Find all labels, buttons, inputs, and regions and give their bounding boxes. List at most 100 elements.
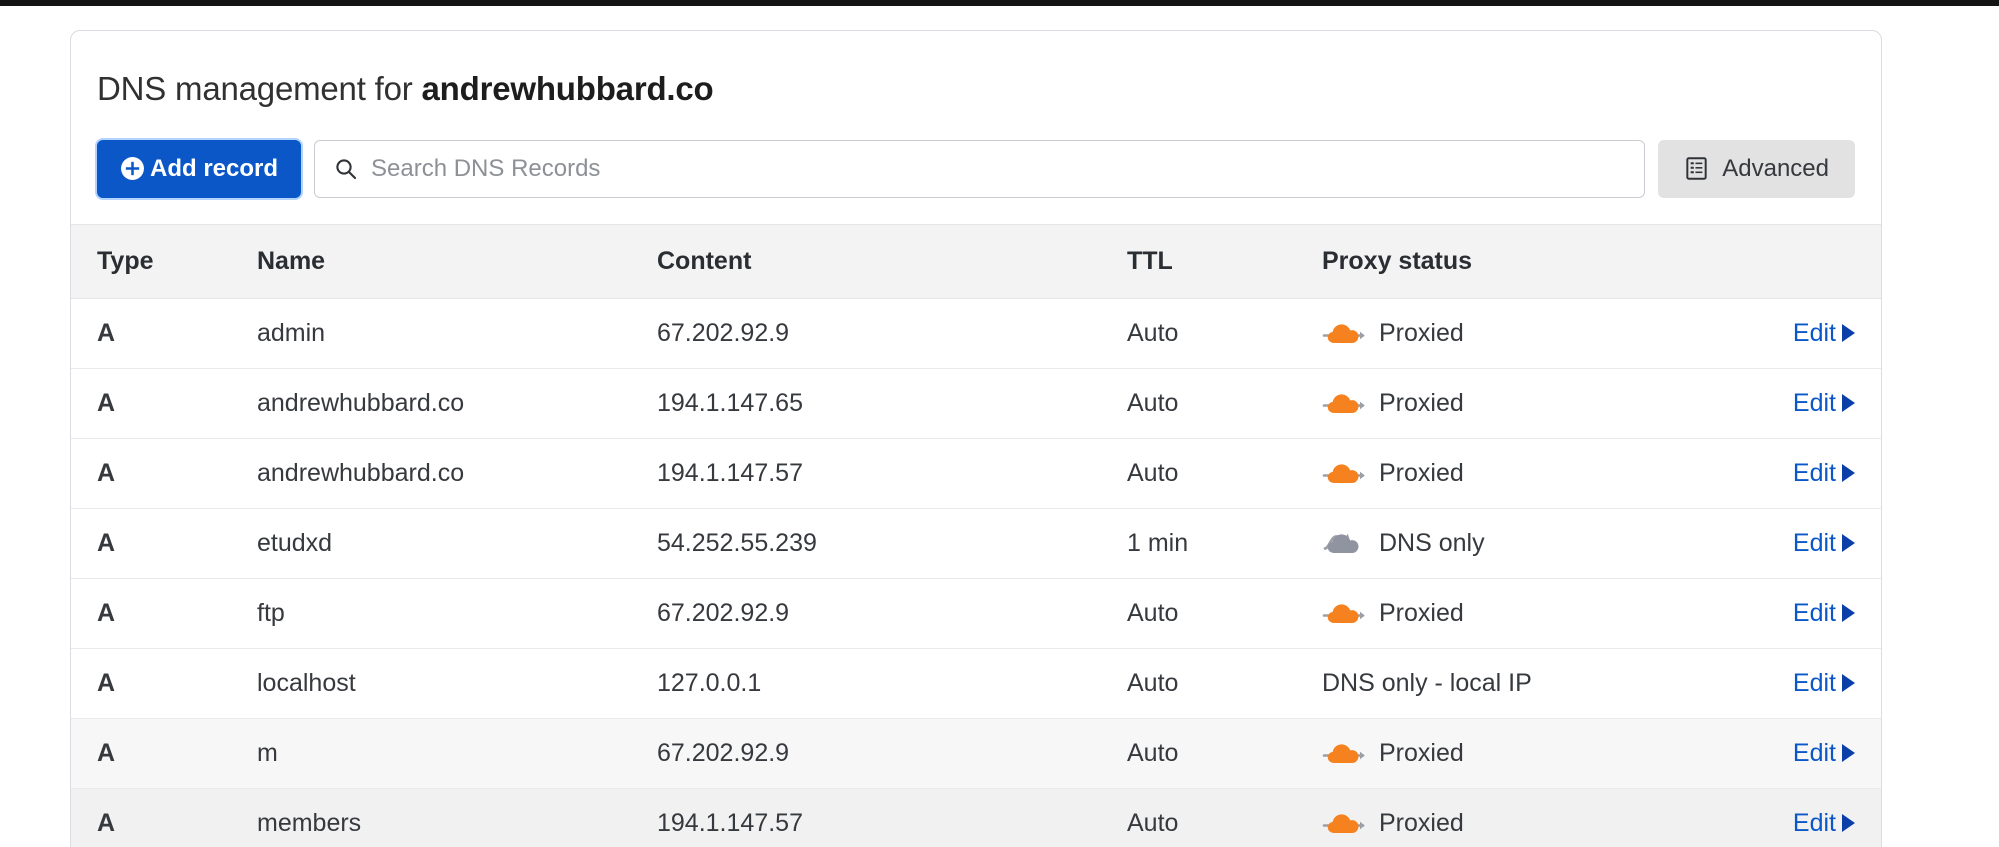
advanced-button[interactable]: Advanced (1658, 139, 1855, 198)
cell-proxy-status: Proxied (1322, 298, 1742, 369)
cell-content: 54.252.55.239 (657, 508, 1127, 579)
cell-type: A (71, 648, 257, 719)
cell-actions: Edit (1742, 718, 1881, 789)
edit-record-link[interactable]: Edit (1793, 459, 1855, 488)
column-header-ttl[interactable]: TTL (1127, 223, 1322, 299)
toolbar: Add record Search DNS Records Advanced (71, 109, 1881, 198)
chevron-right-icon (1842, 814, 1855, 833)
cell-ttl: Auto (1127, 718, 1322, 789)
cell-name: etudxd (257, 508, 657, 579)
plus-circle-icon (120, 156, 145, 181)
column-header-name[interactable]: Name (257, 223, 657, 299)
cell-proxy-status: Proxied (1322, 368, 1742, 439)
edit-record-link[interactable]: Edit (1793, 389, 1855, 418)
edit-record-link[interactable]: Edit (1793, 529, 1855, 558)
column-header-proxy-status[interactable]: Proxy status (1322, 223, 1742, 299)
cell-actions: Edit (1742, 578, 1881, 649)
cell-type: A (71, 508, 257, 579)
table-row[interactable]: Aftp 67.202.92.9 Auto Proxied Edit (71, 578, 1881, 649)
proxy-status-label: DNS only - local IP (1322, 668, 1532, 697)
table-row[interactable]: Aadmin 67.202.92.9 Auto Proxied Edit (71, 298, 1881, 369)
cell-content: 194.1.147.57 (657, 438, 1127, 509)
edit-label: Edit (1792, 528, 1836, 557)
cell-type: A (71, 788, 257, 847)
proxy-status-group: Proxied (1322, 389, 1742, 418)
search-field-wrapper (314, 139, 1646, 198)
chevron-right-icon (1842, 674, 1855, 693)
proxy-status-label: DNS only (1379, 528, 1485, 557)
table-header-row: Type Name Content TTL Proxy status (71, 223, 1881, 299)
proxy-status-group: DNS only (1322, 529, 1742, 558)
edit-label: Edit (1792, 458, 1836, 487)
cell-name: members (257, 788, 657, 847)
cell-ttl: Auto (1127, 298, 1322, 369)
document-list-icon (1684, 156, 1709, 181)
proxy-status-label: Proxied (1379, 388, 1464, 417)
chevron-right-icon (1842, 604, 1855, 623)
edit-label: Edit (1792, 318, 1836, 347)
edit-record-link[interactable]: Edit (1793, 739, 1855, 768)
column-header-actions (1742, 223, 1881, 299)
table-row[interactable]: Aetudxd 54.252.55.239 1 min DNS only Edit (71, 508, 1881, 579)
cloud-proxied-icon[interactable] (1322, 320, 1366, 346)
cell-name: andrewhubbard.co (257, 368, 657, 439)
cloud-proxied-icon[interactable] (1322, 460, 1366, 486)
edit-record-link[interactable]: Edit (1793, 319, 1855, 348)
advanced-label: Advanced (1722, 154, 1829, 182)
cloud-proxied-icon[interactable] (1322, 740, 1366, 766)
column-header-content[interactable]: Content (657, 223, 1127, 299)
proxy-status-group: Proxied (1322, 459, 1742, 488)
cell-proxy-status: DNS only - local IP (1322, 648, 1742, 719)
cell-ttl: Auto (1127, 788, 1322, 847)
proxy-status-label: Proxied (1379, 808, 1464, 837)
dns-management-card: DNS management for andrewhubbard.co Add … (70, 30, 1882, 847)
cell-ttl: Auto (1127, 648, 1322, 719)
cell-actions: Edit (1742, 368, 1881, 439)
cell-content: 194.1.147.57 (657, 788, 1127, 847)
cloud-proxied-icon[interactable] (1322, 600, 1366, 626)
cell-actions: Edit (1742, 508, 1881, 579)
proxy-status-group: Proxied (1322, 319, 1742, 348)
edit-record-link[interactable]: Edit (1793, 669, 1855, 698)
cell-content: 67.202.92.9 (657, 578, 1127, 649)
cell-content: 194.1.147.65 (657, 368, 1127, 439)
table-row[interactable]: Amembers 194.1.147.57 Auto Proxied Edit (71, 788, 1881, 847)
table-row[interactable]: Aandrewhubbard.co 194.1.147.65 Auto Proxied… (71, 368, 1881, 439)
cell-type: A (71, 298, 257, 369)
add-record-label: Add record (150, 154, 279, 182)
dns-records-table: Type Name Content TTL Proxy status Aadmi… (71, 223, 1881, 847)
edit-label: Edit (1792, 598, 1836, 627)
add-record-button[interactable]: Add record (97, 139, 302, 198)
cloud-dns-only-icon[interactable] (1322, 530, 1366, 556)
cloud-proxied-icon[interactable] (1322, 810, 1366, 836)
cell-actions: Edit (1742, 438, 1881, 509)
proxy-status-label: Proxied (1379, 738, 1464, 767)
edit-record-link[interactable]: Edit (1793, 599, 1855, 628)
table-head: Type Name Content TTL Proxy status (71, 223, 1881, 299)
proxy-status-label: Proxied (1379, 458, 1464, 487)
cell-type: A (71, 578, 257, 649)
proxy-status-group: Proxied (1322, 809, 1742, 838)
table-row[interactable]: Alocalhost 127.0.0.1 Auto DNS only - local … (71, 648, 1881, 719)
screen: DNS management for andrewhubbard.co Add … (0, 0, 1999, 847)
cell-name: ftp (257, 578, 657, 649)
cell-name: localhost (257, 648, 657, 719)
table-row[interactable]: Aandrewhubbard.co 194.1.147.57 Auto Proxied… (71, 438, 1881, 509)
column-header-type[interactable]: Type (71, 223, 257, 299)
cell-type: A (71, 438, 257, 509)
table-row[interactable]: Am 67.202.92.9 Auto Proxied Edit (71, 718, 1881, 789)
browser-chrome-strip (0, 0, 1999, 6)
search-input[interactable] (314, 139, 1646, 198)
cloud-proxied-icon[interactable] (1322, 390, 1366, 416)
cell-proxy-status: Proxied (1322, 718, 1742, 789)
chevron-right-icon (1842, 534, 1855, 553)
page-title: DNS management for andrewhubbard.co (71, 31, 1881, 109)
cell-proxy-status: Proxied (1322, 578, 1742, 649)
cell-actions: Edit (1742, 648, 1881, 719)
page-title-prefix: DNS management for (97, 70, 413, 107)
edit-label: Edit (1792, 808, 1836, 837)
edit-record-link[interactable]: Edit (1793, 809, 1855, 838)
cell-type: A (71, 718, 257, 789)
cell-ttl: 1 min (1127, 508, 1322, 579)
proxy-status-group: Proxied (1322, 739, 1742, 768)
